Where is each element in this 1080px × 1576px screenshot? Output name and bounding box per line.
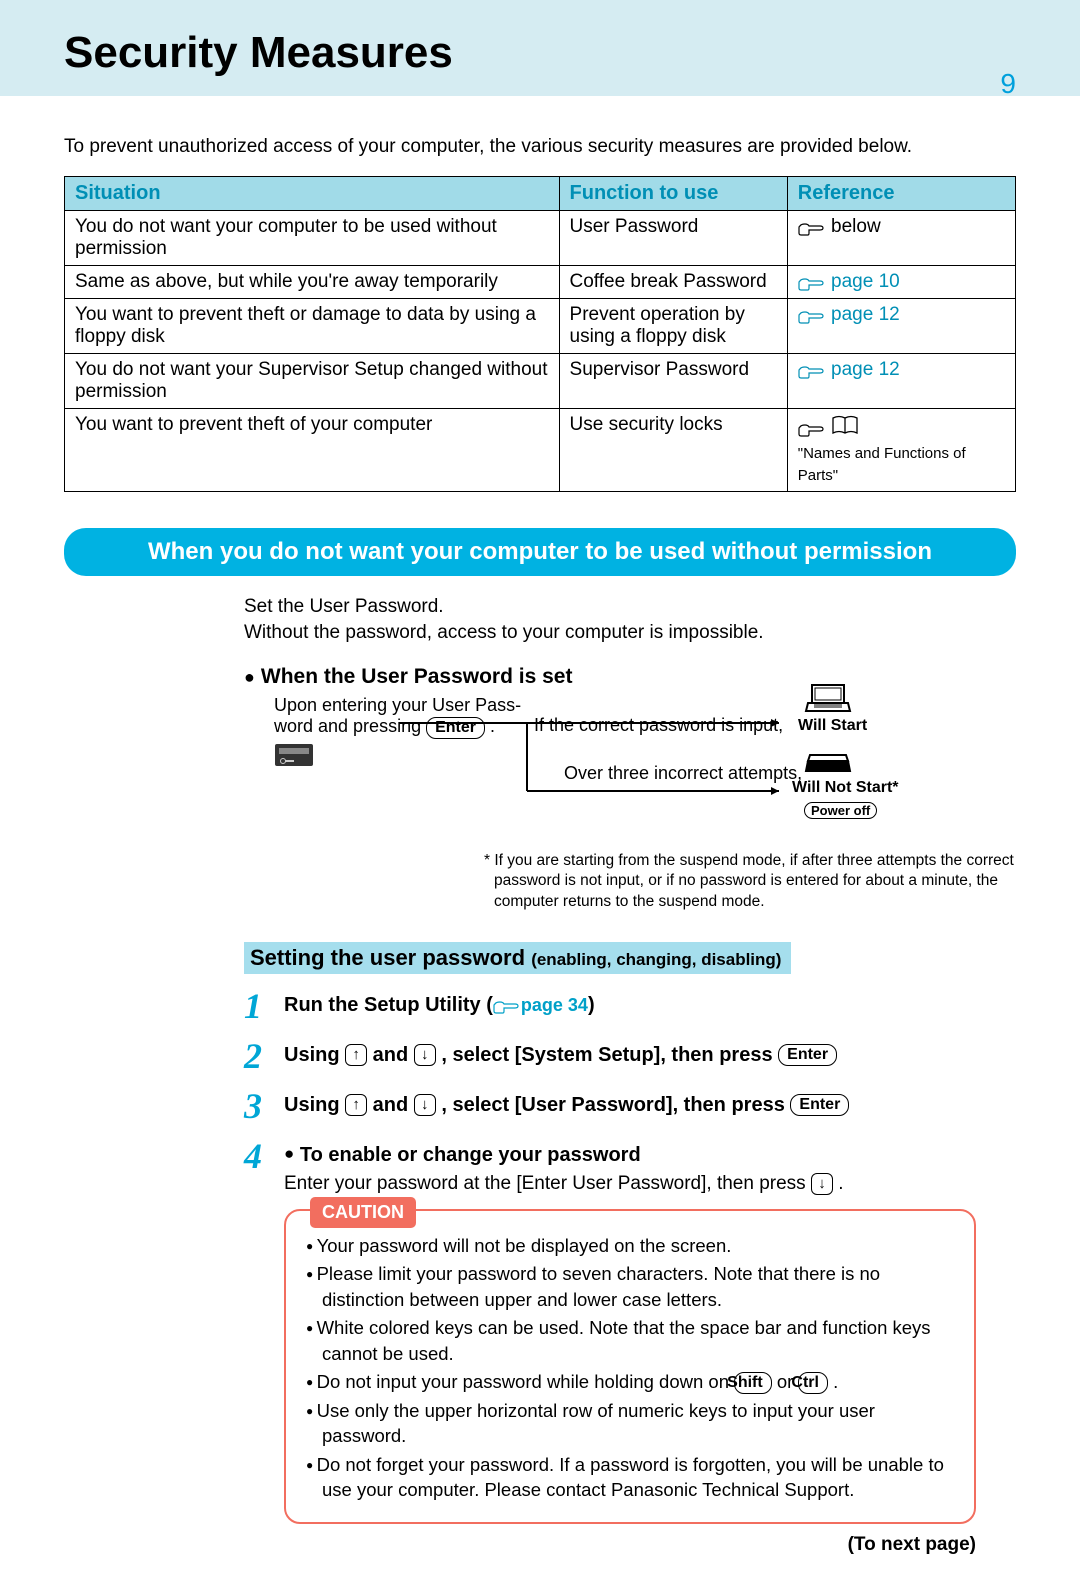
table-row: You do not want your computer to be used… (65, 211, 1016, 266)
laptop-open-icon (804, 681, 852, 722)
shift-key-icon: Shift (734, 1372, 772, 1394)
page-header: Security Measures 9 (0, 0, 1080, 96)
table-row: You want to prevent theft of your comput… (65, 409, 1016, 492)
step-3: 3 Using ↑ and ↓ , select [User Password]… (244, 1088, 1016, 1124)
arrow-up-key-icon: ↑ (345, 1094, 367, 1116)
arrow-down-key-icon: ↓ (414, 1094, 436, 1116)
book-icon (831, 414, 859, 442)
page-content: To prevent unauthorized access of your c… (0, 96, 1080, 1576)
caution-item: White colored keys can be used. Note tha… (306, 1315, 954, 1366)
step-1: 1 Run the Setup Utility (page 34) (244, 988, 1016, 1024)
password-prompt-icon (274, 743, 314, 778)
suspend-footnote: * If you are starting from the suspend m… (484, 851, 1016, 911)
step-4: 4 ● To enable or change your password En… (244, 1138, 1016, 1195)
section-heading: When you do not want your computer to be… (64, 528, 1016, 576)
table-row: You do not want your Supervisor Setup ch… (65, 354, 1016, 409)
th-function: Function to use (559, 177, 787, 211)
caution-item: Use only the upper horizontal row of num… (306, 1398, 954, 1449)
setting-password-heading: Setting the user password (enabling, cha… (244, 942, 791, 974)
step-2: 2 Using ↑ and ↓ , select [System Setup],… (244, 1038, 1016, 1074)
ctrl-key-icon: Ctrl (798, 1372, 828, 1394)
enter-key-icon: Enter (790, 1094, 849, 1116)
section-intro: Set the User Password. Without the passw… (244, 594, 1016, 645)
caution-item: Your password will not be displayed on t… (306, 1233, 954, 1259)
caution-item: Please limit your password to seven char… (306, 1261, 954, 1312)
page-reference-link[interactable]: page 12 (831, 359, 900, 380)
hand-right-icon (798, 308, 824, 322)
arrow-down-key-icon: ↓ (414, 1044, 436, 1066)
step-number: 2 (244, 1038, 284, 1074)
password-flow-diagram: Upon entering your User Pass- word and p… (274, 695, 1016, 845)
page-title: Security Measures (64, 28, 1016, 78)
caution-box: CAUTION Your password will not be displa… (284, 1209, 976, 1524)
when-password-set-heading: When the User Password is set (244, 665, 1016, 689)
caution-label: CAUTION (310, 1197, 416, 1228)
hand-right-icon (798, 275, 824, 289)
step-number: 4 (244, 1138, 284, 1174)
table-row: You want to prevent theft or damage to d… (65, 299, 1016, 354)
arrow-down-key-icon: ↓ (811, 1173, 833, 1195)
page-reference-link[interactable]: page 12 (831, 304, 900, 325)
table-row: Same as above, but while you're away tem… (65, 266, 1016, 299)
step-number: 3 (244, 1088, 284, 1124)
page-reference-link[interactable]: page 34 (521, 995, 588, 1015)
enter-key-icon: Enter (778, 1044, 837, 1066)
th-reference: Reference (787, 177, 1015, 211)
hand-right-icon (798, 220, 824, 234)
to-next-page: (To next page) (64, 1534, 976, 1556)
page-reference-link[interactable]: page 10 (831, 271, 900, 292)
step-number: 1 (244, 988, 284, 1024)
power-off-badge: Power off (804, 802, 877, 819)
page-number: 9 (1000, 68, 1016, 100)
caution-item: Do not input your password while holding… (306, 1369, 954, 1395)
laptop-closed-icon (804, 743, 852, 784)
security-table: Situation Function to use Reference You … (64, 176, 1016, 492)
th-situation: Situation (65, 177, 560, 211)
arrow-up-key-icon: ↑ (345, 1044, 367, 1066)
intro-text: To prevent unauthorized access of your c… (64, 136, 1016, 158)
hand-right-icon (798, 421, 824, 435)
hand-right-icon (798, 363, 824, 377)
caution-item: Do not forget your password. If a passwo… (306, 1452, 954, 1503)
hand-right-icon (493, 998, 519, 1012)
